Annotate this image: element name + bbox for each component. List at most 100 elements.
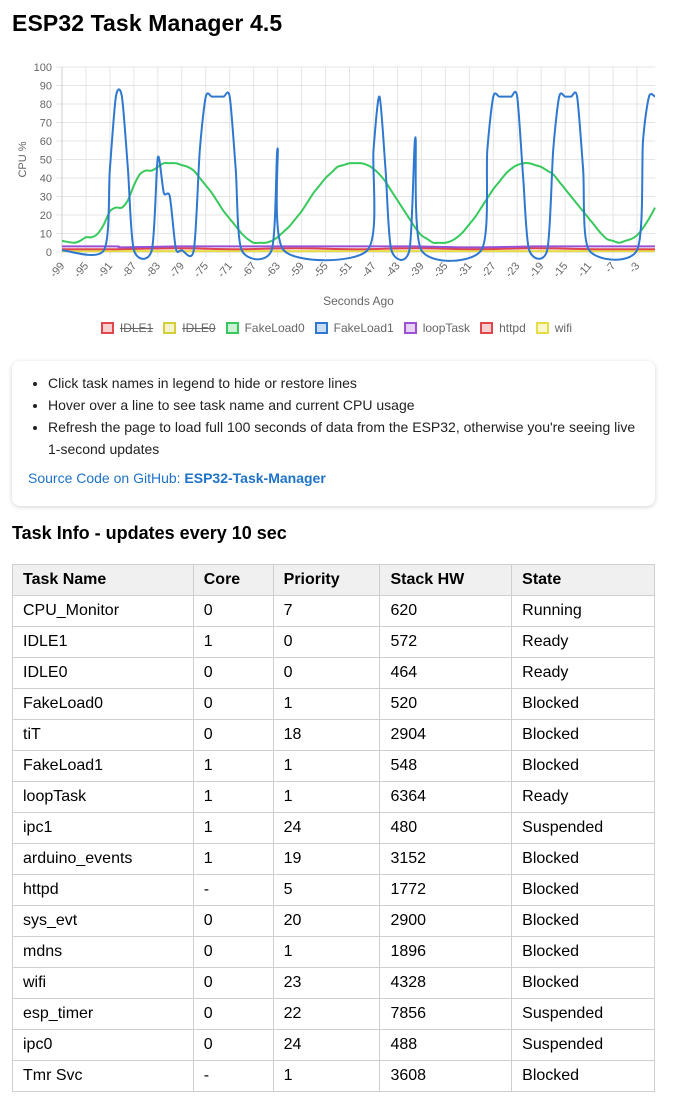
table-cell: 620	[379, 595, 513, 627]
series-line-fakeload1[interactable]	[61, 88, 656, 262]
legend-label: IDLE1	[119, 321, 154, 335]
table-cell: 0	[192, 905, 274, 937]
cpu-chart[interactable]: 0 10 20 30 40 50 60 70 80 90 100 -99 -95 -91 -87 -83 -79…	[0, 55, 673, 345]
table-cell: 0	[192, 657, 274, 689]
x-tick-label: -83	[144, 260, 163, 280]
table-row: esp_timer 0 22 7856 Suspended	[12, 998, 655, 1030]
table-cell: Suspended	[511, 998, 655, 1030]
y-tick-label: 80	[40, 99, 52, 111]
table-cell: Suspended	[511, 1029, 655, 1061]
table-cell: mdns	[12, 936, 194, 968]
table-cell: 0	[192, 1029, 274, 1061]
legend-swatch	[163, 322, 177, 334]
x-tick-label: -99	[48, 260, 67, 280]
table-cell: FakeLoad1	[12, 750, 194, 782]
chart-legend: IDLE1 IDLE0 FakeLoad0 FakeLoad1 loopTask http…	[0, 321, 673, 335]
table-cell: 18	[272, 719, 381, 751]
table-cell: 23	[272, 967, 381, 999]
table-cell: 520	[379, 688, 513, 720]
info-card: Click task names in legend to hide or re…	[12, 361, 655, 506]
y-tick-label: 70	[40, 118, 52, 130]
table-cell: esp_timer	[12, 998, 194, 1030]
table-cell: tiT	[12, 719, 194, 751]
legend-label: wifi	[554, 321, 573, 335]
y-tick-label: 100	[34, 62, 52, 74]
table-cell: Suspended	[511, 812, 655, 844]
table-cell: 548	[379, 750, 513, 782]
legend-label: FakeLoad0	[244, 321, 305, 335]
info-list: Click task names in legend to hide or re…	[28, 372, 641, 460]
table-cell: ipc1	[12, 812, 194, 844]
github-link[interactable]: ESP32-Task-Manager	[184, 470, 325, 486]
legend-item-wifi[interactable]: wifi	[535, 321, 573, 335]
legend-item-idle0[interactable]: IDLE0	[163, 321, 216, 335]
x-tick-label: -87	[120, 260, 139, 280]
table-cell: 480	[379, 812, 513, 844]
column-header: Priority	[272, 564, 381, 596]
table-cell: 7	[272, 595, 381, 627]
table-cell: -	[192, 874, 274, 906]
info-item: Click task names in legend to hide or re…	[48, 372, 641, 394]
table-cell: 0	[192, 998, 274, 1030]
table-cell: 1	[272, 688, 381, 720]
table-cell: Blocked	[511, 874, 655, 906]
x-tick-label: -43	[383, 260, 402, 280]
source-line: Source Code on GitHub: ESP32-Task-Manage…	[28, 470, 641, 486]
cpu-chart-svg[interactable]: 0 10 20 30 40 50 60 70 80 90 100 -99 -95 -91 -87 -83 -79…	[0, 55, 673, 315]
x-tick-label: -51	[335, 260, 354, 280]
x-tick-label: -71	[216, 260, 235, 280]
legend-item-looptask[interactable]: loopTask	[403, 321, 471, 335]
table-row: httpd -5 1772 Blocked	[12, 874, 655, 906]
legend-label: httpd	[499, 321, 526, 335]
table-row: CPU_Monitor 0 7 620 Running	[12, 595, 655, 627]
table-row: IDLE0 0 0 464 Ready	[12, 657, 655, 689]
legend-item-idle1[interactable]: IDLE1	[100, 321, 154, 335]
legend-label: loopTask	[422, 321, 471, 335]
table-cell: IDLE0	[12, 657, 194, 689]
table-cell: 572	[379, 626, 513, 658]
series-line-httpd[interactable]	[61, 247, 656, 251]
table-cell: FakeLoad0	[12, 688, 194, 720]
table-row: loopTask 1 1 6364 Ready	[12, 781, 655, 813]
series-line-fakeload0[interactable]	[61, 161, 656, 244]
legend-item-fakeload0[interactable]: FakeLoad0	[225, 321, 305, 335]
table-cell: 1	[192, 812, 274, 844]
info-item: Refresh the page to load full 100 second…	[48, 416, 641, 460]
table-cell: 1	[192, 843, 274, 875]
series-line-looptask[interactable]	[61, 245, 655, 249]
table-cell: 1	[192, 626, 274, 658]
table-cell: Ready	[511, 781, 655, 813]
x-tick-label: -7	[603, 260, 618, 275]
x-tick-label: -91	[96, 260, 115, 280]
y-tick-label: 50	[40, 155, 52, 167]
table-cell: 0	[192, 936, 274, 968]
table-cell: 3152	[379, 843, 513, 875]
column-header: Stack HW	[379, 564, 513, 596]
table-cell: 1	[272, 1060, 381, 1092]
info-item: Hover over a line to see task name and c…	[48, 394, 641, 416]
y-tick-label: 0	[46, 247, 52, 259]
table-cell: sys_evt	[12, 905, 194, 937]
table-cell: Blocked	[511, 843, 655, 875]
table-cell: httpd	[12, 874, 194, 906]
x-tick-label: -31	[455, 260, 474, 280]
table-cell: Tmr Svc	[12, 1060, 194, 1092]
table-cell: CPU_Monitor	[12, 595, 194, 627]
x-tick-label: -59	[287, 260, 306, 280]
table-cell: Blocked	[511, 1060, 655, 1092]
table-cell: Blocked	[511, 967, 655, 999]
table-cell: loopTask	[12, 781, 194, 813]
table-title: Task Info - updates every 10 sec	[12, 523, 287, 543]
table-row: FakeLoad0 0 1 520 Blocked	[12, 688, 655, 720]
table-cell: 2904	[379, 719, 513, 751]
table-row: FakeLoad1 1 1 548 Blocked	[12, 750, 655, 782]
legend-label: FakeLoad1	[333, 321, 394, 335]
table-cell: 5	[272, 874, 381, 906]
table-cell: IDLE1	[12, 626, 194, 658]
table-row: mdns 0 1 1896 Blocked	[12, 936, 655, 968]
x-tick-label: -95	[72, 260, 91, 280]
legend-item-httpd[interactable]: httpd	[480, 321, 526, 335]
x-axis-title: Seconds Ago	[323, 294, 394, 308]
table-cell: 1	[272, 936, 381, 968]
legend-item-fakeload1[interactable]: FakeLoad1	[314, 321, 394, 335]
